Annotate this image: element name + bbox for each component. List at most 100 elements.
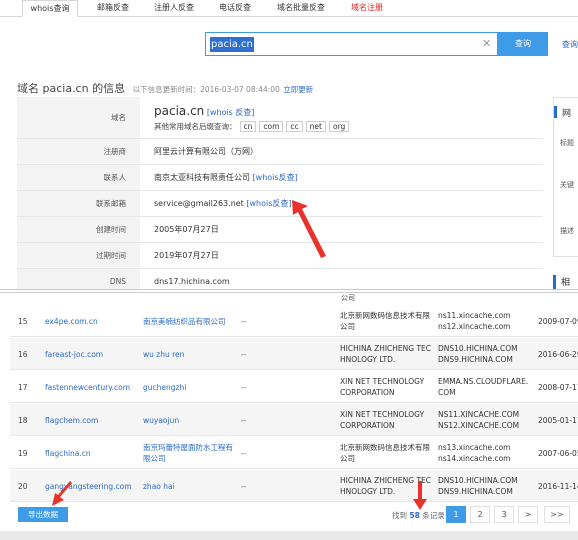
phone-cell: -- bbox=[241, 448, 247, 458]
tab-registrant-reverse[interactable]: 注册人反查 bbox=[146, 0, 202, 17]
next-page-button[interactable]: > bbox=[518, 506, 538, 523]
email-whois-reverse-link[interactable]: [whois反查] bbox=[246, 198, 291, 209]
suffix-org[interactable]: org bbox=[328, 120, 350, 132]
query-button[interactable]: 查询 bbox=[498, 32, 548, 56]
date-cell: 2009-07-09 bbox=[538, 316, 578, 326]
domain-link[interactable]: fareast-joc.com bbox=[45, 338, 103, 370]
page-3-button[interactable]: 3 bbox=[494, 506, 514, 523]
side-label-desc: 描述 bbox=[560, 227, 574, 235]
suffix-net[interactable]: net bbox=[305, 120, 326, 132]
registrar-line: HNOLOGY LTD. bbox=[340, 487, 396, 496]
registrar-line: 北京新网数码信息技术有限 bbox=[340, 443, 430, 452]
registrar-cell: XIN NET TECHNOLOGY CORPORATION bbox=[340, 371, 424, 403]
registrant-link[interactable]: wuyaojun bbox=[143, 404, 179, 436]
domain-link[interactable]: flagchem.com bbox=[45, 404, 98, 436]
pager-prefix: 找到 bbox=[392, 511, 407, 520]
registrar-cell: 北京新网数码信息技术有限 公司 bbox=[340, 437, 430, 469]
ns-cell: NS11.XINCACHE.COM NS12.XINCACHE.COM bbox=[438, 404, 519, 436]
tab-phone-reverse[interactable]: 电话反查 bbox=[210, 0, 260, 17]
suffix-com[interactable]: com bbox=[259, 120, 284, 132]
label-expires: 过期时间 bbox=[17, 243, 140, 268]
suffix-cn[interactable]: cn bbox=[239, 120, 257, 132]
table-row: 15 ex4pe.com.cn 南京美楠纺织品有限公司 -- 北京新网数码信息技… bbox=[10, 305, 578, 337]
side-accent-bar bbox=[554, 106, 557, 118]
phone-cell: -- bbox=[241, 349, 247, 359]
registrant-link[interactable]: zhao hai bbox=[143, 470, 175, 502]
tab-batch-reverse[interactable]: 域名批量反查 bbox=[268, 0, 334, 17]
row-created: 创建时间 2005年07月27日 bbox=[17, 217, 543, 243]
side-label-keywords: 关键 bbox=[560, 181, 574, 189]
row-domain: 域名 pacia.cn [whois 反查] 其他常用域名后缀查询： cn co… bbox=[17, 97, 543, 139]
table-row: 17 fastennewcentury.com guchengzhi -- XI… bbox=[10, 371, 578, 403]
info-heading: 域名 pacia.cn 的信息 以下信息更新时间：2016-03-07 08:4… bbox=[17, 80, 313, 96]
domain-link[interactable]: gangyangsteering.com bbox=[45, 470, 132, 502]
label-dns: DNS bbox=[17, 269, 140, 289]
registrant-link[interactable]: 南京玛蕾特屋面防水工程有 限公司 bbox=[143, 437, 233, 469]
phone-cell: -- bbox=[241, 415, 247, 425]
tab-whois-query[interactable]: whois查询 bbox=[22, 0, 78, 17]
suffix-cc[interactable]: cc bbox=[286, 120, 303, 132]
ns-line: ns14.xincache.com bbox=[438, 454, 511, 463]
registrar-line: HICHINA ZHICHENG TEC bbox=[340, 344, 432, 353]
page-1-button[interactable]: 1 bbox=[446, 506, 466, 523]
side-related-title: 相 bbox=[553, 275, 578, 289]
contact-cell: 南京太亚科技有限责任公司 [whois反查] bbox=[154, 165, 298, 190]
registrar-cell: HICHINA ZHICHENG TEC HNOLOGY LTD. bbox=[340, 470, 431, 502]
domain-link[interactable]: fastennewcentury.com bbox=[45, 371, 130, 403]
phone-cell: -- bbox=[241, 382, 247, 392]
created-value: 2005年07月27日 bbox=[154, 225, 219, 234]
horizontal-scrollbar[interactable] bbox=[0, 531, 578, 540]
tab-domain-register[interactable]: 域名注册 bbox=[342, 0, 392, 17]
tab-email-reverse[interactable]: 邮箱反查 bbox=[88, 0, 138, 17]
side-info-box: 网 标题 关键 描述 bbox=[553, 97, 578, 257]
domain-link[interactable]: ex4pe.com.cn bbox=[45, 305, 98, 337]
domain-link[interactable]: flagchina.cn bbox=[45, 437, 91, 469]
registrar-line: 北京新网数码信息技术有限 bbox=[340, 311, 430, 320]
date-cell: 2008-07-11 bbox=[538, 382, 578, 392]
suffix-row: 其他常用域名后缀查询： cn com cc net org bbox=[154, 120, 350, 132]
domain-whois-reverse-link[interactable]: [whois 反查] bbox=[207, 108, 255, 117]
row-expires: 过期时间 2019年07月27日 bbox=[17, 243, 543, 269]
label-created: 创建时间 bbox=[17, 217, 140, 242]
row-number: 15 bbox=[18, 316, 28, 326]
ns-cell: EMMA.NS.CLOUDFLARE. COM bbox=[438, 371, 528, 403]
ns-line: NS12.XINCACHE.COM bbox=[438, 421, 520, 430]
phone-cell: -- bbox=[241, 481, 247, 491]
registrant-link[interactable]: 南京美楠纺织品有限公司 bbox=[143, 305, 226, 337]
search-box[interactable]: pacia.cn ✕ bbox=[205, 32, 498, 56]
registrar-cell: 北京新网数码信息技术有限 公司 bbox=[340, 305, 430, 337]
page-2-button[interactable]: 2 bbox=[470, 506, 490, 523]
email-value: service@gmail263.net bbox=[154, 199, 244, 208]
export-data-button[interactable]: 导出数据 bbox=[18, 507, 68, 522]
page-title: 域名 pacia.cn 的信息 bbox=[17, 82, 126, 95]
phone-cell: -- bbox=[241, 316, 247, 326]
contact-whois-reverse-link[interactable]: [whois反查] bbox=[253, 172, 298, 183]
ns-line: EMMA.NS.CLOUDFLARE. bbox=[438, 377, 529, 386]
pager-suffix: 条记录 bbox=[422, 511, 445, 520]
ns-line: DNS9.HICHINA.COM bbox=[438, 487, 513, 496]
refresh-link[interactable]: 立即更新 bbox=[283, 85, 313, 94]
search-input[interactable]: pacia.cn bbox=[210, 37, 254, 52]
registrar-value: 阿里云计算有限公司（万网） bbox=[154, 147, 258, 156]
side-label-title: 标题 bbox=[560, 139, 574, 147]
clear-icon[interactable]: ✕ bbox=[482, 37, 491, 51]
ns-cell: ns13.xincache.com ns14.xincache.com bbox=[438, 437, 510, 469]
query-link[interactable]: 查询 bbox=[562, 39, 578, 50]
registrant-link[interactable]: wu zhu ren bbox=[143, 338, 184, 370]
label-email: 联系邮箱 bbox=[17, 191, 140, 216]
row-number: 17 bbox=[18, 382, 28, 392]
last-page-button[interactable]: >> bbox=[544, 506, 570, 523]
registrar-line: XIN NET TECHNOLOGY bbox=[340, 377, 425, 386]
table-row: 16 fareast-joc.com wu zhu ren -- HICHINA… bbox=[10, 338, 578, 370]
date-cell: 2016-06-29 bbox=[538, 349, 578, 359]
registrant-link[interactable]: guchengzhi bbox=[143, 371, 186, 403]
side-title: 网 bbox=[562, 109, 572, 119]
tab-bar: whois查询 邮箱反查 注册人反查 电话反查 域名批量反查 域名注册 bbox=[0, 0, 578, 17]
row-email: 联系邮箱 service@gmail263.net [whois反查] bbox=[17, 191, 543, 217]
previous-row-tail: 公司 bbox=[341, 294, 355, 302]
ns-line: ns13.xincache.com bbox=[438, 443, 511, 452]
registrar-line: CORPORATION bbox=[340, 421, 395, 430]
registrar-line: HNOLOGY LTD. bbox=[340, 355, 396, 364]
label-registrar: 注册商 bbox=[17, 139, 140, 164]
row-registrar: 注册商 阿里云计算有限公司（万网） bbox=[17, 139, 543, 165]
